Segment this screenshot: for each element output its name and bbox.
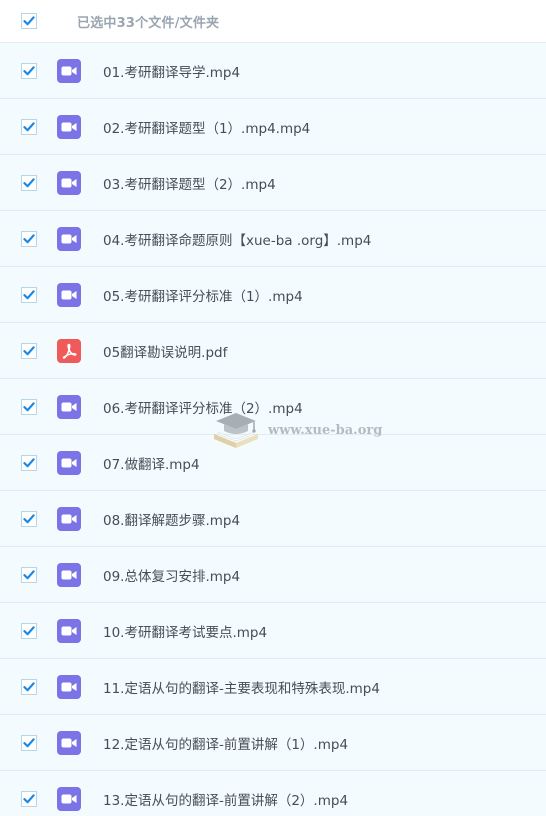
file-checkbox[interactable] xyxy=(21,454,37,471)
video-icon xyxy=(57,506,81,531)
file-list: 01.考研翻译导学.mp4 02.考研翻译题型（1）.mp4.mp4 03.考研翻译… xyxy=(0,43,546,816)
file-row[interactable]: 09.总体复习安排.mp4 xyxy=(0,547,546,603)
file-name[interactable]: 08.翻译解题步骤.mp4 xyxy=(103,509,240,529)
file-checkbox[interactable] xyxy=(21,286,37,303)
video-icon xyxy=(57,282,81,307)
file-row[interactable]: 05翻译勘误说明.pdf xyxy=(0,323,546,379)
file-checkbox[interactable] xyxy=(21,734,37,751)
checkmark-icon xyxy=(23,121,35,131)
file-checkbox[interactable] xyxy=(21,790,37,807)
video-icon xyxy=(57,58,81,83)
file-row[interactable]: 12.定语从句的翻译-前置讲解（1）.mp4 xyxy=(0,715,546,771)
checkmark-icon xyxy=(23,681,35,691)
file-checkbox[interactable] xyxy=(21,62,37,79)
checkmark-icon xyxy=(23,457,35,467)
checkmark-icon xyxy=(23,401,35,411)
pdf-icon xyxy=(57,338,81,363)
file-checkbox[interactable] xyxy=(21,230,37,247)
file-checkbox[interactable] xyxy=(21,118,37,135)
file-name[interactable]: 05.考研翻译评分标准（1）.mp4 xyxy=(103,285,303,305)
file-checkbox[interactable] xyxy=(21,622,37,639)
checkmark-icon xyxy=(23,65,35,75)
file-row[interactable]: 10.考研翻译考试要点.mp4 xyxy=(0,603,546,659)
selected-count-label: 已选中33个文件/文件夹 xyxy=(77,15,220,31)
checkmark-icon xyxy=(23,625,35,635)
file-row[interactable]: 13.定语从句的翻译-前置讲解（2）.mp4 xyxy=(0,771,546,816)
checkmark-icon xyxy=(23,569,35,579)
video-icon xyxy=(57,730,81,755)
file-checkbox[interactable] xyxy=(21,678,37,695)
selection-header: 已选中33个文件/文件夹 xyxy=(0,0,546,43)
video-icon xyxy=(57,786,81,811)
video-icon xyxy=(57,114,81,139)
file-row[interactable]: 02.考研翻译题型（1）.mp4.mp4 xyxy=(0,99,546,155)
video-icon xyxy=(57,394,81,419)
file-name[interactable]: 03.考研翻译题型（2）.mp4 xyxy=(103,173,276,193)
checkmark-icon xyxy=(23,16,35,26)
file-checkbox[interactable] xyxy=(21,174,37,191)
file-name[interactable]: 05翻译勘误说明.pdf xyxy=(103,341,227,361)
file-name[interactable]: 12.定语从句的翻译-前置讲解（1）.mp4 xyxy=(103,733,348,753)
file-list-page: 已选中33个文件/文件夹 01.考研翻译导学.mp4 02.考研翻译题型（1）.m… xyxy=(0,0,546,816)
checkmark-icon xyxy=(23,793,35,803)
file-row[interactable]: 06.考研翻译评分标准（2）.mp4 xyxy=(0,379,546,435)
file-row[interactable]: 07.做翻译.mp4 xyxy=(0,435,546,491)
video-icon xyxy=(57,674,81,699)
file-name[interactable]: 10.考研翻译考试要点.mp4 xyxy=(103,621,267,641)
file-name[interactable]: 04.考研翻译命题原则【xue-ba .org】.mp4 xyxy=(103,229,371,249)
file-row[interactable]: 04.考研翻译命题原则【xue-ba .org】.mp4 xyxy=(0,211,546,267)
file-name[interactable]: 09.总体复习安排.mp4 xyxy=(103,565,240,585)
file-name[interactable]: 11.定语从句的翻译-主要表现和特殊表现.mp4 xyxy=(103,677,380,697)
checkmark-icon xyxy=(23,177,35,187)
file-name[interactable]: 07.做翻译.mp4 xyxy=(103,453,200,473)
video-icon xyxy=(57,618,81,643)
file-checkbox[interactable] xyxy=(21,342,37,359)
file-checkbox[interactable] xyxy=(21,398,37,415)
file-checkbox[interactable] xyxy=(21,510,37,527)
checkmark-icon xyxy=(23,289,35,299)
file-checkbox[interactable] xyxy=(21,566,37,583)
checkmark-icon xyxy=(23,737,35,747)
video-icon xyxy=(57,170,81,195)
checkmark-icon xyxy=(23,233,35,243)
checkmark-icon xyxy=(23,513,35,523)
video-icon xyxy=(57,450,81,475)
file-name[interactable]: 01.考研翻译导学.mp4 xyxy=(103,61,240,81)
file-name[interactable]: 13.定语从句的翻译-前置讲解（2）.mp4 xyxy=(103,789,348,809)
file-name[interactable]: 06.考研翻译评分标准（2）.mp4 xyxy=(103,397,303,417)
video-icon xyxy=(57,226,81,251)
file-row[interactable]: 01.考研翻译导学.mp4 xyxy=(0,43,546,99)
file-name[interactable]: 02.考研翻译题型（1）.mp4.mp4 xyxy=(103,117,310,137)
file-row[interactable]: 08.翻译解题步骤.mp4 xyxy=(0,491,546,547)
file-row[interactable]: 03.考研翻译题型（2）.mp4 xyxy=(0,155,546,211)
file-row[interactable]: 05.考研翻译评分标准（1）.mp4 xyxy=(0,267,546,323)
video-icon xyxy=(57,562,81,587)
file-row[interactable]: 11.定语从句的翻译-主要表现和特殊表现.mp4 xyxy=(0,659,546,715)
select-all-checkbox[interactable] xyxy=(21,13,37,29)
checkmark-icon xyxy=(23,345,35,355)
